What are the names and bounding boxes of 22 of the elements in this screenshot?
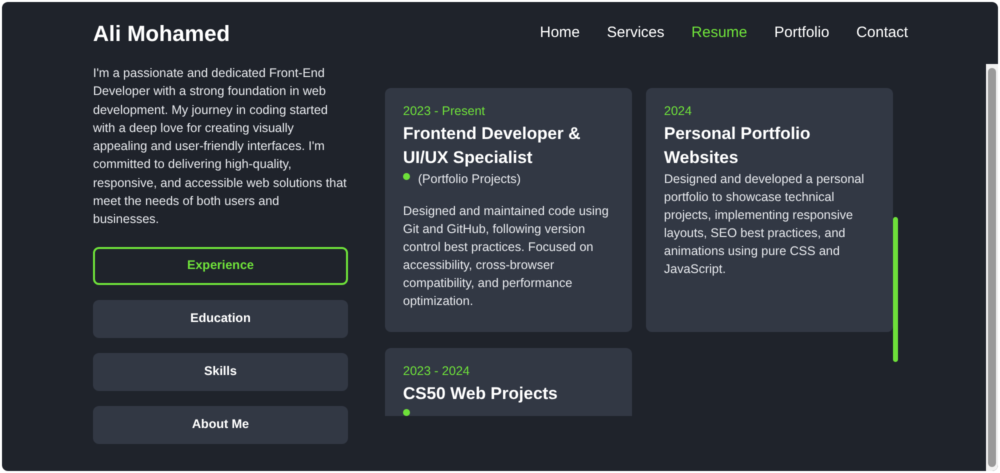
- date-range: 2024: [664, 103, 693, 120]
- scrollbar-thumb[interactable]: [893, 217, 898, 362]
- resume-tab[interactable]: Education: [93, 300, 348, 338]
- nav-link[interactable]: Home: [540, 22, 580, 44]
- site-name: Ali Mohamed: [93, 20, 230, 48]
- date-range: 2023 - 2024: [403, 363, 471, 380]
- nav-link[interactable]: Resume: [691, 22, 748, 44]
- nav-link[interactable]: Services: [606, 22, 664, 44]
- card-description: Designed and developed a personal portfolio to showcase technical projects, implementing responsive layouts, SEO best practices, and animations using pure CSS and JavaScript.: [664, 171, 866, 278]
- nav-link[interactable]: Contact: [856, 22, 908, 44]
- nav-link[interactable]: Portfolio: [774, 22, 830, 44]
- card-title: Personal Portfolio Websites: [664, 123, 812, 169]
- resume-tab[interactable]: Experience: [93, 246, 348, 285]
- resume-tab[interactable]: Skills: [93, 352, 348, 391]
- card-note: (Portfolio Projects): [418, 171, 521, 188]
- page-scrollbar[interactable]: [986, 64, 998, 471]
- card-title: Frontend Developer & UI/UX Specialist: [403, 123, 582, 169]
- date-range: 2023 - Present: [403, 103, 486, 120]
- card-title: CS50 Web Projects: [403, 383, 559, 405]
- resume-tab[interactable]: About Me: [93, 406, 348, 444]
- about-paragraph: I'm a passionate and dedicated Front-End Developer with a strong foundation in web development. My journey in coding started with a deep love for creating visually appealing and user-friendly interfaces. I'm committed to delivering high-quality, responsive, and accessible web solutions that meet the needs of both users and businesses.: [93, 65, 348, 228]
- card-description: Designed and maintained code using Git and GitHub, following version control best practices. Focused on accessibility, cross-browser compatibility, and performance optimization.: [403, 203, 610, 310]
